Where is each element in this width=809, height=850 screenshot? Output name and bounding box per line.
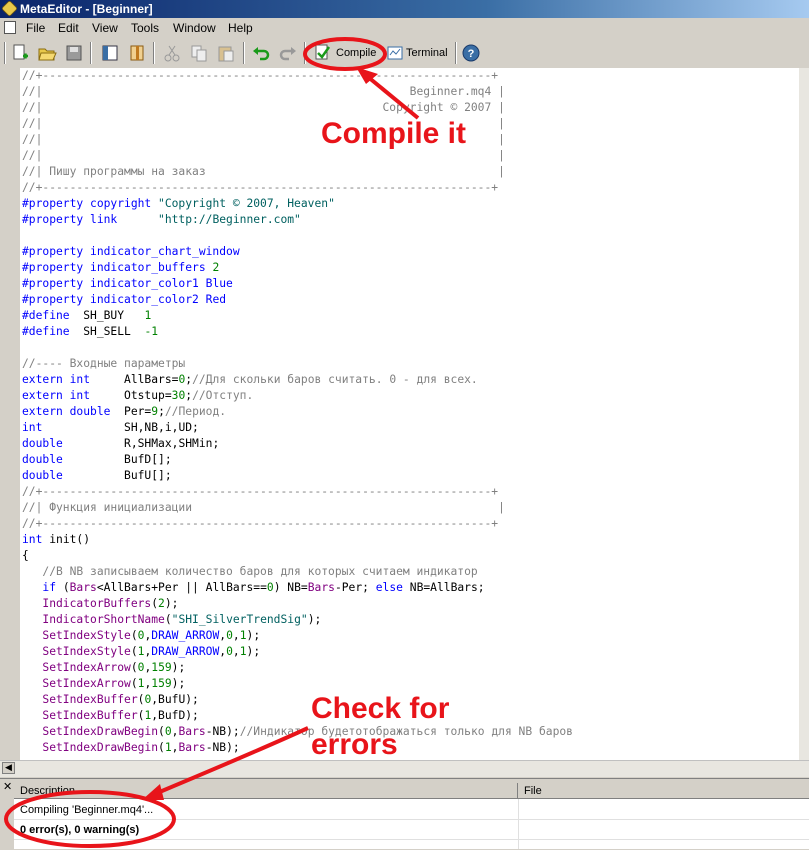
row-divider <box>14 839 809 840</box>
code-text[interactable]: //+-------------------------------------… <box>22 68 573 756</box>
code-line[interactable]: int init() <box>22 533 90 546</box>
code-line[interactable]: #property indicator_chart_window <box>22 245 240 258</box>
code-line[interactable]: //+-------------------------------------… <box>22 517 498 530</box>
menu-window[interactable]: Window <box>173 20 216 36</box>
toolbar-separator <box>153 42 155 64</box>
close-icon[interactable]: ✕ <box>3 781 12 792</box>
code-line[interactable]: SetIndexStyle(0,DRAW_ARROW,0,1); <box>22 629 260 642</box>
code-line[interactable]: { <box>22 549 29 562</box>
code-line[interactable]: #property copyright "Copyright © 2007, H… <box>22 197 335 210</box>
code-line[interactable]: #property indicator_color1 Blue <box>22 277 233 290</box>
code-line[interactable]: extern double Per=9;//Период. <box>22 405 226 418</box>
toolbar-separator <box>90 42 92 64</box>
code-line[interactable]: //| Пишу программы на заказ | <box>22 165 505 178</box>
scroll-left-icon[interactable]: ◀ <box>2 762 15 774</box>
code-line[interactable]: double BufD[]; <box>22 453 172 466</box>
code-line[interactable]: //+-------------------------------------… <box>22 69 498 82</box>
toolbar-separator <box>243 42 245 64</box>
compile-label[interactable]: Compile <box>336 46 376 60</box>
terminal-icon[interactable] <box>385 43 405 63</box>
code-line[interactable]: #property link "http://Beginner.com" <box>22 213 301 226</box>
code-line[interactable]: if (Bars<AllBars+Per || AllBars==0) NB=B… <box>22 581 484 594</box>
compile-icon <box>315 44 331 60</box>
column-header-file[interactable] <box>518 783 809 799</box>
undo-icon[interactable] <box>251 43 271 63</box>
svg-text:?: ? <box>468 48 475 60</box>
code-line[interactable]: extern int AllBars=0;//Для скольки баров… <box>22 373 478 386</box>
annotation-errors: errors <box>311 728 398 761</box>
code-line[interactable]: #define SH_BUY 1 <box>22 309 151 322</box>
code-line[interactable]: SetIndexDrawBegin(0,Bars-NB);//Индикатор… <box>22 725 573 738</box>
output-row-compiling[interactable]: Compiling 'Beginner.mq4'... <box>20 803 153 817</box>
menu-help[interactable]: Help <box>228 20 253 36</box>
code-line[interactable]: IndicatorShortName("SHI_SilverTrendSig")… <box>22 613 321 626</box>
menu-file[interactable]: File <box>26 20 45 36</box>
code-line[interactable]: //В NB записываем количество баров для к… <box>22 565 477 578</box>
code-line[interactable]: double BufU[]; <box>22 469 172 482</box>
description-header-label: Description <box>20 785 76 797</box>
terminal-label[interactable]: Terminal <box>406 46 448 60</box>
code-line[interactable]: //---- Входные параметры <box>22 357 185 370</box>
annotation-check-for: Check for <box>311 692 450 725</box>
code-line[interactable]: SetIndexStyle(1,DRAW_ARROW,0,1); <box>22 645 260 658</box>
paste-icon[interactable] <box>216 43 236 63</box>
vertical-scrollbar[interactable] <box>799 68 809 760</box>
menu-edit[interactable]: Edit <box>58 20 79 36</box>
code-line[interactable]: //| Copyright © 2007 | <box>22 101 505 114</box>
window-title: MetaEditor - [Beginner] <box>20 2 153 16</box>
code-line[interactable]: //+-------------------------------------… <box>22 181 498 194</box>
row-divider <box>14 819 809 820</box>
menu-view[interactable]: View <box>92 20 118 36</box>
code-line[interactable]: #property indicator_buffers 2 <box>22 261 219 274</box>
annotation-compile-it: Compile it <box>321 117 467 150</box>
code-line[interactable]: SetIndexArrow(1,159); <box>22 677 185 690</box>
code-line[interactable]: int SH,NB,i,UD; <box>22 421 199 434</box>
menu-tools[interactable]: Tools <box>131 20 159 36</box>
navigator-icon[interactable] <box>100 43 120 63</box>
save-icon[interactable] <box>64 43 84 63</box>
column-header-description[interactable] <box>14 783 518 799</box>
code-line[interactable]: #property indicator_color2 Red <box>22 293 226 306</box>
panel-side-tabs <box>0 793 14 849</box>
code-line[interactable]: //| Beginner.mq4 | <box>22 85 505 98</box>
help-icon[interactable]: ? <box>461 43 481 63</box>
horizontal-scrollbar[interactable] <box>0 760 809 777</box>
code-line[interactable]: SetIndexArrow(0,159); <box>22 661 185 674</box>
column-divider <box>518 799 519 849</box>
code-line[interactable]: //+-------------------------------------… <box>22 485 498 498</box>
cut-icon[interactable] <box>162 43 182 63</box>
code-line[interactable]: //| Функция инициализации | <box>22 501 505 514</box>
code-line[interactable]: SetIndexDrawBegin(1,Bars-NB); <box>22 741 239 754</box>
code-line[interactable]: #define SH_SELL -1 <box>22 325 158 338</box>
toolbar-grip <box>4 42 6 64</box>
code-line[interactable]: double R,SHMax,SHMin; <box>22 437 219 450</box>
code-line[interactable]: extern int Otstup=30;//Отступ. <box>22 389 253 402</box>
copy-icon[interactable] <box>189 43 209 63</box>
open-folder-icon[interactable] <box>37 43 57 63</box>
code-line[interactable]: SetIndexBuffer(0,BufU); <box>22 693 198 706</box>
document-icon[interactable] <box>4 21 16 34</box>
code-line[interactable]: IndicatorBuffers(2); <box>22 597 178 610</box>
menu-bar <box>0 18 809 39</box>
file-header-label: File <box>524 785 542 797</box>
redo-icon[interactable] <box>278 43 298 63</box>
toolbar-separator <box>304 42 306 64</box>
editor-gutter <box>0 68 20 760</box>
output-row-result[interactable]: 0 error(s), 0 warning(s) <box>20 823 139 837</box>
code-line[interactable]: SetIndexBuffer(1,BufD); <box>22 709 198 722</box>
toolbox-icon[interactable] <box>127 43 147 63</box>
new-file-icon[interactable] <box>10 43 30 63</box>
toolbar-separator <box>455 42 457 64</box>
